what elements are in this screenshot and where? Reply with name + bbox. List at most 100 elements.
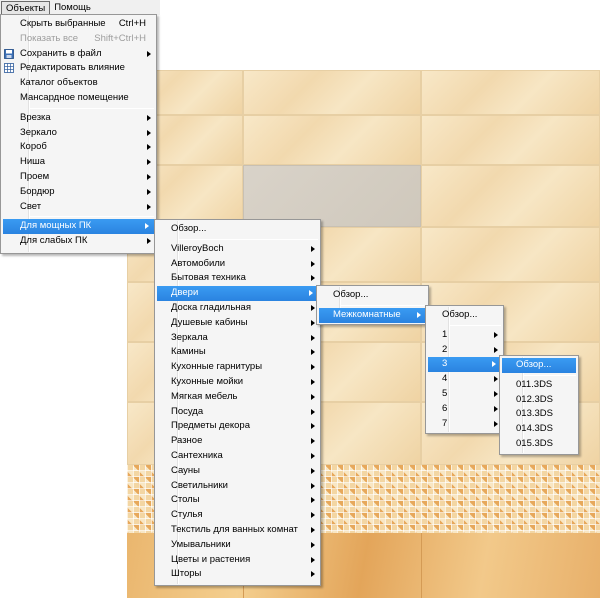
- submenu-arrow-icon: [417, 311, 421, 318]
- mirror-label: Зеркало: [20, 126, 57, 138]
- interior-doors-menu: Обзор... 1 2 3 4 5 6 7: [425, 305, 504, 434]
- powerful-pc-item-list: VilleroyBoch Автомобили Бытовая техника Две…: [155, 242, 320, 582]
- category-item[interactable]: Душевые кабины: [155, 316, 320, 331]
- menu-help[interactable]: Помощь: [50, 1, 95, 15]
- category-item[interactable]: Сантехника: [155, 449, 320, 464]
- submenu-arrow-icon: [311, 364, 315, 371]
- inset-item[interactable]: Врезка: [1, 111, 156, 126]
- box-item[interactable]: Короб: [1, 140, 156, 155]
- category-item[interactable]: Предметы декора: [155, 419, 320, 434]
- niche-item[interactable]: Ниша: [1, 155, 156, 170]
- wall-tile: [421, 227, 600, 282]
- attic-room-item[interactable]: Мансардное помещение: [1, 91, 156, 106]
- interior-overview-item[interactable]: Обзор...: [426, 308, 503, 323]
- edit-grid-icon: [4, 63, 14, 74]
- show-all-item[interactable]: Показать все Shift+Ctrl+H: [1, 32, 156, 47]
- door-number-item-label: 5: [442, 387, 448, 399]
- door-number-item[interactable]: 5: [426, 387, 503, 402]
- menubar: Объекты Помощь: [0, 0, 160, 15]
- category-item-label: Камины: [171, 346, 206, 358]
- submenu-arrow-icon: [147, 50, 151, 57]
- edit-influence-label: Редактировать влияние: [20, 62, 125, 74]
- category-item-label: VilleroyBoch: [171, 242, 224, 254]
- wall-tile: [421, 70, 600, 115]
- powerful-pc-overview-item[interactable]: Обзор...: [155, 222, 320, 237]
- model-file-item[interactable]: 013.3DS: [500, 407, 578, 422]
- powerful-pc-label: Для мощных ПК: [20, 220, 92, 232]
- category-item-label: Сауны: [171, 464, 200, 476]
- submenu-arrow-icon: [494, 390, 498, 397]
- inset-label: Врезка: [20, 111, 51, 123]
- mirror-item[interactable]: Зеркало: [1, 126, 156, 141]
- hide-selected-item[interactable]: Скрыть выбранные Ctrl+H: [1, 17, 156, 32]
- category-item[interactable]: Кухонные мойки: [155, 375, 320, 390]
- category-item-label: Разное: [171, 435, 203, 447]
- models-menu: Обзор... 011.3DS 012.3DS 013.3DS 014.3DS 015…: [499, 355, 579, 455]
- submenu-arrow-icon: [309, 290, 313, 297]
- model-file-item[interactable]: 011.3DS: [500, 378, 578, 393]
- category-item-label: Текстиль для ванных комнат: [171, 523, 298, 535]
- category-item[interactable]: Разное: [155, 434, 320, 449]
- category-item-label: Столы: [171, 494, 200, 506]
- category-item[interactable]: Стулья: [155, 508, 320, 523]
- edit-influence-item[interactable]: Редактировать влияние: [1, 61, 156, 76]
- category-item[interactable]: Сауны: [155, 464, 320, 479]
- model-file-item[interactable]: 012.3DS: [500, 393, 578, 408]
- powerful-pc-item[interactable]: Для мощных ПК: [3, 219, 154, 235]
- submenu-arrow-icon: [311, 378, 315, 385]
- interior-doors-item[interactable]: Межкомнатные: [319, 307, 426, 323]
- door-number-item[interactable]: 7: [426, 417, 503, 432]
- category-item-label: Кухонные гарнитуры: [171, 361, 263, 373]
- door-number-item[interactable]: 3: [428, 357, 501, 373]
- submenu-arrow-icon: [147, 159, 151, 166]
- menu-separator: [340, 304, 426, 306]
- category-item[interactable]: Камины: [155, 345, 320, 360]
- submenu-arrow-icon: [311, 319, 315, 326]
- border-item[interactable]: Бордюр: [1, 185, 156, 200]
- model-file-item-label: 015.3DS: [516, 437, 553, 449]
- object-catalog-item[interactable]: Каталог объектов: [1, 76, 156, 91]
- category-item[interactable]: Мягкая мебель: [155, 390, 320, 405]
- save-icon: [4, 48, 14, 59]
- category-item-label: Зеркала: [171, 331, 208, 343]
- category-item[interactable]: Светильники: [155, 479, 320, 494]
- models-overview-item[interactable]: Обзор...: [502, 358, 576, 373]
- model-file-item[interactable]: 015.3DS: [500, 437, 578, 452]
- niche-label: Ниша: [20, 156, 46, 168]
- category-item[interactable]: Столы: [155, 493, 320, 508]
- category-item-label: Светильники: [171, 479, 228, 491]
- category-item[interactable]: Посуда: [155, 405, 320, 420]
- category-item[interactable]: Цветы и растения: [155, 553, 320, 568]
- submenu-arrow-icon: [494, 331, 498, 338]
- model-file-item[interactable]: 014.3DS: [500, 422, 578, 437]
- interior-item-list: 1 2 3 4 5 6 7: [426, 328, 503, 432]
- submenu-arrow-icon: [147, 203, 151, 210]
- door-number-item[interactable]: 2: [426, 343, 503, 358]
- category-item[interactable]: Шторы: [155, 567, 320, 582]
- category-item[interactable]: Кухонные гарнитуры: [155, 360, 320, 375]
- category-item[interactable]: Текстиль для ванных комнат: [155, 523, 320, 538]
- light-label: Свет: [20, 200, 42, 212]
- save-to-file-item[interactable]: Сохранить в файл: [1, 47, 156, 62]
- category-item[interactable]: Двери: [157, 286, 318, 301]
- door-number-item[interactable]: 6: [426, 402, 503, 417]
- category-item[interactable]: Зеркала: [155, 331, 320, 346]
- category-item[interactable]: Автомобили: [155, 257, 320, 272]
- light-item[interactable]: Свет: [1, 200, 156, 215]
- opening-item[interactable]: Проем: [1, 170, 156, 185]
- wall-tile: [243, 70, 421, 115]
- submenu-arrow-icon: [147, 144, 151, 151]
- category-item[interactable]: VilleroyBoch: [155, 242, 320, 257]
- menu-objects[interactable]: Объекты: [1, 0, 51, 15]
- category-item[interactable]: Доска гладильная: [155, 301, 320, 316]
- submenu-arrow-icon: [147, 238, 151, 245]
- category-item[interactable]: Умывальники: [155, 538, 320, 553]
- doors-overview-item[interactable]: Обзор...: [317, 288, 428, 303]
- door-number-item[interactable]: 4: [426, 372, 503, 387]
- door-number-item[interactable]: 1: [426, 328, 503, 343]
- weak-pc-item[interactable]: Для слабых ПК: [1, 234, 156, 249]
- submenu-arrow-icon: [311, 438, 315, 445]
- submenu-arrow-icon: [311, 408, 315, 415]
- submenu-arrow-icon: [311, 423, 315, 430]
- category-item[interactable]: Бытовая техника: [155, 271, 320, 286]
